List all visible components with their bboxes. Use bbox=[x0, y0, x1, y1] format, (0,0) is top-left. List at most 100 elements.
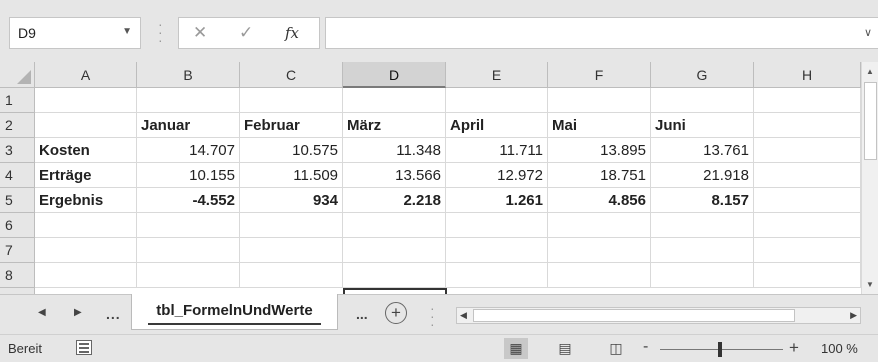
formula-input[interactable]: ∨ bbox=[325, 17, 878, 49]
scroll-left-icon[interactable]: ◀ bbox=[460, 310, 467, 321]
select-all-button[interactable] bbox=[0, 62, 35, 88]
cell-g4[interactable]: 21.918 bbox=[651, 163, 754, 188]
cell-e4[interactable]: 12.972 bbox=[446, 163, 548, 188]
cell-c5[interactable]: 934 bbox=[240, 188, 343, 213]
add-sheet-button[interactable]: + bbox=[385, 302, 407, 324]
more-sheets-left[interactable]: ... bbox=[106, 306, 121, 322]
column-header-d[interactable]: D bbox=[343, 62, 446, 88]
cell-a7[interactable] bbox=[35, 238, 137, 263]
cell-e7[interactable] bbox=[446, 238, 548, 263]
cell-g6[interactable] bbox=[651, 213, 754, 238]
cell-g3[interactable]: 13.761 bbox=[651, 138, 754, 163]
drag-handle-icon[interactable]: · · · bbox=[158, 17, 163, 47]
cell-c6[interactable] bbox=[240, 213, 343, 238]
column-header-f[interactable]: F bbox=[548, 62, 651, 88]
cell-c8[interactable] bbox=[240, 263, 343, 288]
cell-f7[interactable] bbox=[548, 238, 651, 263]
cell-e6[interactable] bbox=[446, 213, 548, 238]
cell-h8[interactable] bbox=[754, 263, 861, 288]
cell-a8[interactable] bbox=[35, 263, 137, 288]
scroll-right-icon[interactable]: ▶ bbox=[850, 310, 857, 321]
row-header-8[interactable]: 8 bbox=[0, 263, 35, 288]
cell-g1[interactable] bbox=[651, 88, 754, 113]
row-header-3[interactable]: 3 bbox=[0, 138, 35, 163]
zoom-slider-knob[interactable] bbox=[718, 342, 722, 357]
chevron-down-icon[interactable]: ▼ bbox=[122, 26, 132, 37]
row-header-2[interactable]: 2 bbox=[0, 113, 35, 138]
cell-h6[interactable] bbox=[754, 213, 861, 238]
row-header-4[interactable]: 4 bbox=[0, 163, 35, 188]
cell-f6[interactable] bbox=[548, 213, 651, 238]
more-sheets-right[interactable]: ... bbox=[356, 306, 368, 322]
cell-b5[interactable]: -4.552 bbox=[137, 188, 240, 213]
cell-f1[interactable] bbox=[548, 88, 651, 113]
cell-f2[interactable]: Mai bbox=[548, 113, 651, 138]
sheet-tab-active[interactable]: tbl_FormelnUndWerte bbox=[131, 294, 338, 330]
horizontal-scrollbar[interactable]: ◀ ▶ bbox=[456, 307, 861, 324]
check-icon[interactable]: ✓ bbox=[239, 23, 253, 43]
cell-a5[interactable]: Ergebnis bbox=[35, 188, 137, 213]
selected-cell[interactable] bbox=[343, 288, 447, 294]
cell-h5[interactable] bbox=[754, 188, 861, 213]
cell-b7[interactable] bbox=[137, 238, 240, 263]
expand-formula-bar-icon[interactable]: ∨ bbox=[864, 26, 872, 39]
insert-function-button[interactable]: fx bbox=[285, 24, 299, 42]
cell-a3[interactable]: Kosten bbox=[35, 138, 137, 163]
cell-f4[interactable]: 18.751 bbox=[548, 163, 651, 188]
cell-f3[interactable]: 13.895 bbox=[548, 138, 651, 163]
zoom-level[interactable]: 100 % bbox=[821, 341, 858, 356]
vertical-scroll-thumb[interactable] bbox=[864, 82, 877, 160]
cell-c2[interactable]: Februar bbox=[240, 113, 343, 138]
cell-c1[interactable] bbox=[240, 88, 343, 113]
cell-g7[interactable] bbox=[651, 238, 754, 263]
row-header-5[interactable]: 5 bbox=[0, 188, 35, 213]
column-header-g[interactable]: G bbox=[651, 62, 754, 88]
cell-d4[interactable]: 13.566 bbox=[343, 163, 446, 188]
cell-d2[interactable]: März bbox=[343, 113, 446, 138]
cell-d1[interactable] bbox=[343, 88, 446, 113]
cell-b1[interactable] bbox=[137, 88, 240, 113]
scroll-tabs-right-icon[interactable]: ▶ bbox=[74, 307, 82, 318]
column-header-c[interactable]: C bbox=[240, 62, 343, 88]
horizontal-scroll-thumb[interactable] bbox=[473, 309, 795, 322]
cell-c7[interactable] bbox=[240, 238, 343, 263]
macro-record-icon[interactable] bbox=[76, 340, 92, 355]
normal-view-button[interactable]: ▦ bbox=[504, 338, 528, 359]
cell-e8[interactable] bbox=[446, 263, 548, 288]
cell-f5[interactable]: 4.856 bbox=[548, 188, 651, 213]
cell-b2[interactable]: Januar bbox=[137, 113, 240, 138]
row-header-7[interactable]: 7 bbox=[0, 238, 35, 263]
column-header-a[interactable]: A bbox=[35, 62, 137, 88]
cell-a2[interactable] bbox=[35, 113, 137, 138]
column-header-b[interactable]: B bbox=[137, 62, 240, 88]
cell-g8[interactable] bbox=[651, 263, 754, 288]
cell-d3[interactable]: 11.348 bbox=[343, 138, 446, 163]
cell-e5[interactable]: 1.261 bbox=[446, 188, 548, 213]
cell-f8[interactable] bbox=[548, 263, 651, 288]
cell-h7[interactable] bbox=[754, 238, 861, 263]
close-icon[interactable]: ✕ bbox=[193, 23, 207, 43]
cell-g2[interactable]: Juni bbox=[651, 113, 754, 138]
cell-b3[interactable]: 14.707 bbox=[137, 138, 240, 163]
cell-a4[interactable]: Erträge bbox=[35, 163, 137, 188]
row-header-1[interactable]: 1 bbox=[0, 88, 35, 113]
cell-c3[interactable]: 10.575 bbox=[240, 138, 343, 163]
cell-h3[interactable] bbox=[754, 138, 861, 163]
cell-e1[interactable] bbox=[446, 88, 548, 113]
cell-a6[interactable] bbox=[35, 213, 137, 238]
page-layout-view-button[interactable]: ▤ bbox=[553, 338, 577, 359]
cell-h2[interactable] bbox=[754, 113, 861, 138]
column-header-h[interactable]: H bbox=[754, 62, 861, 88]
tab-splitter-icon[interactable]: · · · bbox=[430, 301, 435, 331]
cell-d5[interactable]: 2.218 bbox=[343, 188, 446, 213]
page-break-view-button[interactable]: ◫ bbox=[604, 338, 628, 359]
vertical-scrollbar[interactable]: ▲ ▼ bbox=[861, 62, 878, 294]
name-box[interactable]: D9 ▼ bbox=[9, 17, 141, 49]
scroll-down-icon[interactable]: ▼ bbox=[866, 280, 874, 289]
cell-b8[interactable] bbox=[137, 263, 240, 288]
cell-c4[interactable]: 11.509 bbox=[240, 163, 343, 188]
cell-h1[interactable] bbox=[754, 88, 861, 113]
cell-e3[interactable]: 11.711 bbox=[446, 138, 548, 163]
scroll-up-icon[interactable]: ▲ bbox=[866, 67, 874, 76]
cell-b4[interactable]: 10.155 bbox=[137, 163, 240, 188]
